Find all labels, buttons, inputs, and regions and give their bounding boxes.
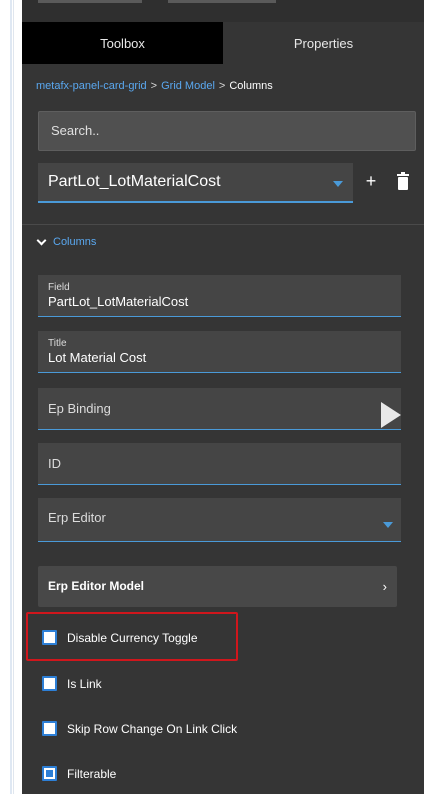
divider <box>22 224 424 225</box>
checkbox-label: Is Link <box>67 676 102 691</box>
id-placeholder: ID <box>48 456 61 471</box>
erp-editor-model-label: Erp Editor Model <box>48 579 144 593</box>
field-input[interactable]: Field PartLot_LotMaterialCost <box>38 275 401 317</box>
chevron-down-icon <box>333 181 343 187</box>
checkbox-icon[interactable] <box>42 766 57 781</box>
checkbox-label: Skip Row Change On Link Click <box>67 721 238 736</box>
panel-tabs: Toolbox Properties <box>22 22 424 64</box>
title-label: Title <box>48 338 67 349</box>
left-edge-line <box>10 0 12 794</box>
id-input[interactable]: ID <box>38 443 401 485</box>
plus-icon[interactable]: + <box>362 170 380 194</box>
trash-icon[interactable] <box>396 172 410 190</box>
ep-binding-input[interactable]: Ep Binding <box>38 388 401 430</box>
title-input[interactable]: Title Lot Material Cost <box>38 331 401 373</box>
checkbox-filterable[interactable]: Filterable <box>42 766 116 781</box>
column-selector-dropdown[interactable]: PartLot_LotMaterialCost <box>38 163 353 203</box>
chevron-down-icon <box>36 235 47 245</box>
breadcrumb-item-columns: Columns <box>229 80 273 92</box>
checkbox-is-link[interactable]: Is Link <box>42 676 102 691</box>
field-label: Field <box>48 282 70 293</box>
breadcrumb: metafx-panel-card-grid > Grid Model > Column… <box>36 80 273 92</box>
breadcrumb-item-grid-model[interactable]: Grid Model <box>161 80 215 92</box>
breadcrumb-item-grid[interactable]: metafx-panel-card-grid <box>36 80 147 92</box>
properties-panel: Toolbox Properties metafx-panel-card-gri… <box>22 0 424 794</box>
checkbox-disable-currency-toggle[interactable]: Disable Currency Toggle <box>42 630 198 645</box>
breadcrumb-separator: > <box>218 80 226 92</box>
section-label: Columns <box>53 236 97 248</box>
tab-properties[interactable]: Properties <box>223 22 424 64</box>
top-tab-stub[interactable] <box>168 0 276 3</box>
left-edge-strip <box>0 0 14 794</box>
play-icon[interactable] <box>381 402 401 428</box>
top-strip <box>22 0 424 22</box>
top-tab-stub[interactable] <box>38 0 142 3</box>
checkbox-icon[interactable] <box>42 676 57 691</box>
field-value: PartLot_LotMaterialCost <box>48 294 189 309</box>
checkbox-label: Filterable <box>67 766 117 781</box>
checkbox-skip-row-change[interactable]: Skip Row Change On Link Click <box>42 721 237 736</box>
title-value: Lot Material Cost <box>48 350 147 365</box>
checkbox-icon[interactable] <box>42 721 57 736</box>
breadcrumb-separator: > <box>150 80 158 92</box>
erp-editor-placeholder: Erp Editor <box>48 510 106 525</box>
column-selector-value: PartLot_LotMaterialCost <box>48 173 221 190</box>
section-toggle-columns[interactable]: Columns <box>36 235 97 248</box>
chevron-right-icon: › <box>382 579 387 594</box>
checkbox-label: Disable Currency Toggle <box>67 630 198 645</box>
tab-toolbox[interactable]: Toolbox <box>22 22 223 64</box>
checkbox-icon[interactable] <box>42 630 57 645</box>
erp-editor-model-button[interactable]: Erp Editor Model › <box>38 566 397 607</box>
ep-binding-placeholder: Ep Binding <box>48 401 111 416</box>
search-input[interactable]: Search.. <box>38 111 416 151</box>
chevron-down-icon <box>383 522 393 528</box>
erp-editor-dropdown[interactable]: Erp Editor <box>38 498 401 542</box>
